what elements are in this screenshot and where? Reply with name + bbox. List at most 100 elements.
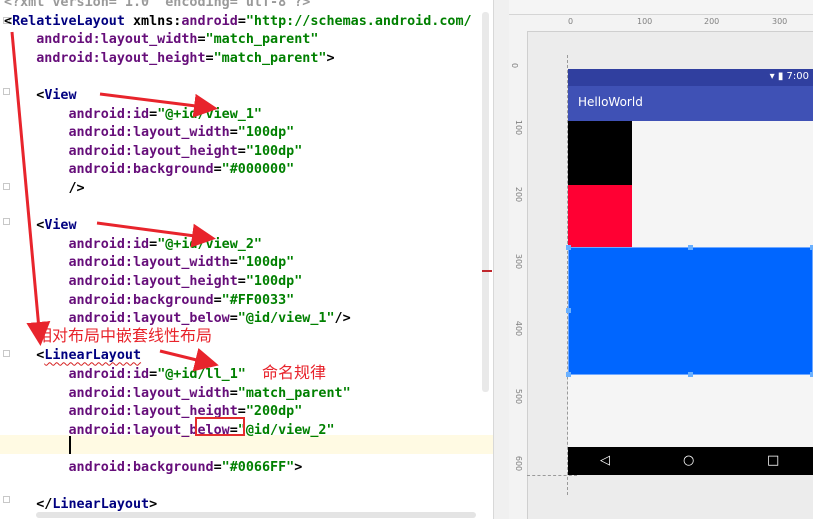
code-token: "#FF0033" — [221, 292, 295, 308]
status-bar: ▾ ▮ 7:00 — [568, 69, 813, 86]
home-icon[interactable]: ○ — [683, 453, 694, 469]
code-token: = — [149, 236, 158, 252]
ll-1-blue-linear-layout[interactable] — [566, 245, 813, 377]
code-line[interactable]: android:id="@+id/ll_1" — [4, 365, 246, 384]
battery-icon: ▮ — [777, 71, 784, 82]
left-ruler: 0 100 200 300 400 500 600 — [509, 31, 528, 519]
code-line[interactable]: android:background="#000000" — [4, 160, 294, 179]
resize-handle[interactable] — [566, 308, 571, 313]
code-token: "match_parent" — [237, 385, 351, 401]
code-line[interactable]: android:layout_height="200dp" — [4, 402, 302, 421]
code-token: android:background — [4, 460, 214, 475]
resize-handle[interactable] — [566, 372, 571, 377]
code-token: "@id/view_2" — [237, 422, 335, 438]
code-line[interactable]: android:layout_width="match_parent" — [4, 384, 351, 403]
code-token: "http://schemas.android.com/ — [245, 13, 472, 29]
code-token: </ — [4, 497, 53, 513]
code-line[interactable]: android:id="@+id/view_2" — [4, 235, 262, 254]
code-token: android:background — [4, 292, 214, 308]
code-line[interactable]: android:id="@+id/view_1" — [4, 105, 262, 124]
code-token: View — [44, 218, 77, 234]
code-token: > — [326, 50, 335, 66]
code-token: "match_parent" — [205, 32, 319, 48]
code-token: = — [229, 385, 238, 401]
code-line[interactable]: android:layout_width="100dp" — [4, 253, 294, 272]
code-token: android:id — [4, 236, 150, 252]
code-token: = — [229, 311, 238, 327]
code-token: = — [229, 255, 238, 271]
code-token: "@+id/view_2" — [157, 236, 262, 252]
code-token: = — [229, 125, 238, 141]
arrow-to-ll-1-id — [159, 348, 219, 372]
layout-preview[interactable]: 0 100 200 300 0 100 200 300 400 500 600 … — [509, 0, 813, 519]
app-bar: HelloWorld — [568, 86, 813, 121]
code-token: "match_parent" — [213, 50, 327, 66]
annotation-nested-layout: 相对布局中嵌套线性布局 — [36, 326, 213, 345]
code-token: = — [237, 143, 246, 159]
ruler-label: 200 — [704, 17, 720, 26]
ruler-label: 200 — [514, 186, 524, 203]
code-line[interactable]: android:background="#0066FF"> — [4, 458, 302, 477]
code-line[interactable]: android:layout_height="match_parent"> — [4, 49, 335, 68]
code-token: "@+id/view_1" — [157, 106, 262, 122]
back-icon[interactable]: ◁ — [600, 453, 610, 469]
code-line[interactable]: <?xml version="1.0" encoding="utf-8"?> — [4, 0, 310, 12]
code-token: "100dp" — [245, 143, 303, 159]
code-token: < — [4, 218, 45, 234]
code-line[interactable]: android:layout_width="match_parent" — [4, 30, 318, 49]
code-token: = — [237, 274, 246, 289]
code-token: "@id/view_1" — [237, 311, 335, 327]
code-token: LinearLayout — [44, 348, 142, 364]
device-screen[interactable]: ▾ ▮ 7:00 HelloWorld ◁ ○ □ — [566, 69, 813, 475]
text-caret — [69, 436, 71, 454]
view-1-black-box[interactable] — [568, 121, 632, 185]
code-token: = — [213, 460, 222, 475]
code-line[interactable]: android:layout_width="100dp" — [4, 123, 294, 142]
resize-handle[interactable] — [688, 372, 693, 377]
status-time: ▾ ▮ 7:00 — [770, 71, 809, 82]
code-line[interactable]: <RelativeLayout xmlns:android="http://sc… — [4, 12, 472, 31]
code-token: /> — [4, 181, 85, 196]
code-token: xmlns: — [124, 13, 182, 29]
app-title: HelloWorld — [578, 95, 643, 109]
code-token: > — [294, 460, 303, 475]
ruler-label: 0 — [510, 62, 520, 69]
pane-splitter[interactable] — [493, 0, 510, 519]
code-line[interactable]: android:layout_height="100dp" — [4, 272, 302, 291]
code-token: = — [237, 13, 246, 29]
code-line[interactable]: android:layout_below="@id/view_2" — [4, 421, 335, 440]
error-stripe-marker[interactable] — [482, 270, 492, 272]
annotation-naming-rule: 命名规律 — [262, 363, 327, 382]
code-line[interactable]: android:background="#FF0033" — [4, 291, 294, 310]
recent-apps-icon[interactable]: □ — [767, 453, 779, 469]
code-line[interactable]: <View — [4, 86, 76, 105]
ruler-label: 500 — [514, 388, 524, 405]
code-token: <?xml version="1.0" encoding="utf-8"?> — [4, 0, 311, 10]
status-time-text: 7:00 — [786, 71, 809, 82]
ruler-label: 400 — [514, 320, 524, 337]
code-token: = — [149, 367, 158, 382]
code-line[interactable]: /> — [4, 179, 85, 198]
code-token: = — [197, 32, 206, 48]
editor-horizontal-scrollbar[interactable] — [36, 512, 476, 518]
ruler-label: 600 — [514, 455, 524, 472]
ruler-label: 300 — [772, 17, 788, 26]
code-token: > — [149, 497, 158, 513]
ruler-label: 100 — [637, 17, 653, 26]
code-line[interactable]: android:layout_height="100dp" — [4, 142, 302, 161]
code-editor[interactable]: <?xml version="1.0" encoding="utf-8"?> <R… — [0, 0, 493, 519]
resize-handle[interactable] — [566, 245, 571, 250]
code-line[interactable]: <View — [4, 216, 77, 235]
ruler-label: 0 — [568, 17, 574, 26]
code-token: "@+id/ll_1" — [157, 367, 246, 382]
code-token: android:id — [4, 367, 150, 382]
ruler-label: 300 — [514, 253, 524, 270]
view-2-red-box[interactable] — [568, 185, 632, 247]
editor-vertical-scrollbar[interactable] — [482, 12, 489, 392]
resize-handle[interactable] — [688, 245, 693, 250]
code-token: "100dp" — [237, 255, 295, 271]
code-line[interactable]: <LinearLayout — [4, 346, 141, 365]
code-token: = — [213, 292, 222, 308]
code-token: "200dp" — [245, 404, 303, 420]
code-token: = — [205, 50, 214, 66]
